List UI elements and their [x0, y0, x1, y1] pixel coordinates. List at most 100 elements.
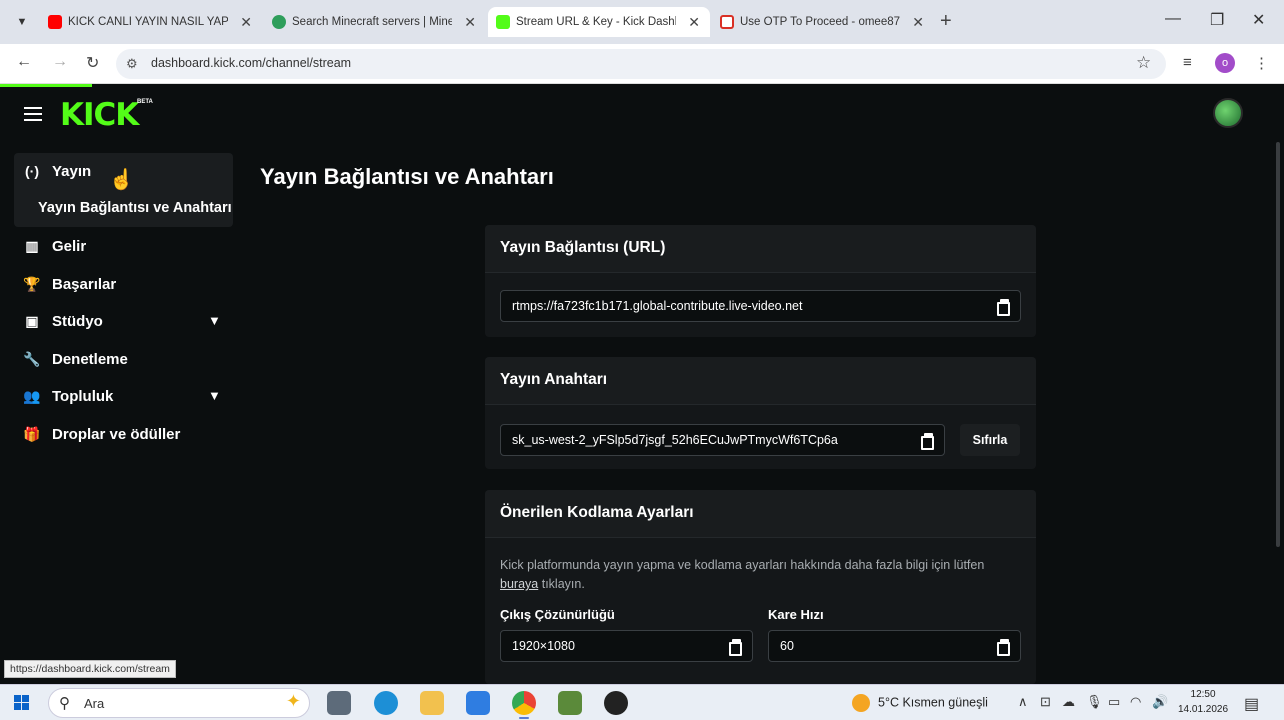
fps-value: 60: [780, 639, 794, 653]
clock-date: 14.01.2026: [1178, 704, 1229, 715]
minecraft-icon[interactable]: [558, 691, 582, 715]
onedrive-icon[interactable]: ☁: [1062, 694, 1075, 710]
bookmark-star-icon[interactable]: ☆: [1136, 53, 1151, 73]
browser-tab-strip: ▼ KICK CANLI YAYIN NASIL YAPIL ✕ Search …: [0, 0, 1284, 44]
copy-icon[interactable]: [997, 639, 1010, 656]
sidebar-item-studyo[interactable]: ▣ Stüdyo: [22, 309, 103, 333]
address-toolbar: ← → ↻ ⚙ dashboard.kick.com/channel/strea…: [0, 44, 1284, 84]
media-queue-icon[interactable]: ≡: [1183, 54, 1192, 71]
sidebar-item-label: Yayın: [52, 163, 92, 180]
close-window-icon[interactable]: ✕: [1252, 10, 1265, 30]
kick-dashboard: KICK BETA (·) Yayın Yayın Bağlantısı ve A…: [0, 87, 1284, 684]
sidebar-item-topluluk[interactable]: 👥 Topluluk: [22, 384, 113, 408]
scrollbar[interactable]: [1276, 142, 1280, 547]
system-clock[interactable]: 12:50 14.01.2026: [1178, 687, 1228, 717]
windows-taskbar: ⚲ Ara ✦ 5°C Kısmen güneşli ∧ ⊡ ☁ 🎙 ▭ ◠ 🔊…: [0, 684, 1284, 720]
stream-url-value: rtmps://fa723fc1b171.global-contribute.l…: [512, 299, 803, 313]
menu-dots-icon[interactable]: ⋮: [1254, 54, 1269, 72]
info-link[interactable]: buraya: [500, 577, 538, 591]
broadcast-icon: (·): [25, 163, 39, 179]
edge-icon[interactable]: [374, 691, 398, 715]
site-info-icon[interactable]: ⚙: [126, 56, 138, 72]
tab-search-chevron-icon[interactable]: ▼: [12, 12, 32, 32]
studio-icon: ▣: [25, 313, 39, 329]
user-avatar[interactable]: [1213, 98, 1243, 128]
file-explorer-icon[interactable]: [420, 691, 444, 715]
kick-logo[interactable]: KICK: [60, 97, 139, 133]
tray-chevron-icon[interactable]: ∧: [1018, 694, 1028, 710]
gmail-icon: [720, 15, 734, 29]
volume-icon[interactable]: 🔊: [1152, 694, 1168, 710]
wrench-icon: 🔧: [23, 351, 41, 367]
address-text[interactable]: dashboard.kick.com/channel/stream: [151, 56, 351, 70]
reset-key-button[interactable]: Sıfırla: [960, 424, 1020, 456]
address-bar[interactable]: ⚙ dashboard.kick.com/channel/stream ☆: [116, 49, 1166, 79]
close-tab-icon[interactable]: ✕: [240, 7, 252, 37]
copy-icon[interactable]: [729, 639, 742, 656]
chevron-down-icon[interactable]: ▼: [208, 313, 221, 328]
card-title: Yayın Bağlantısı (URL): [485, 225, 1036, 273]
browser-tab[interactable]: KICK CANLI YAYIN NASIL YAPIL ✕: [40, 7, 262, 37]
fps-field[interactable]: 60: [768, 630, 1021, 662]
gift-icon: 🎁: [23, 426, 41, 442]
clock-time: 12:50: [1190, 689, 1216, 700]
trophy-icon: 🏆: [23, 276, 41, 292]
close-tab-icon[interactable]: ✕: [912, 7, 924, 37]
browser-tab[interactable]: Use OTP To Proceed - omee872( ✕: [712, 7, 934, 37]
restore-icon[interactable]: ❐: [1210, 10, 1224, 30]
beta-badge: BETA: [137, 99, 153, 105]
copy-icon[interactable]: [921, 433, 934, 450]
chevron-down-icon[interactable]: ▼: [208, 388, 221, 403]
sidebar-item-label: Başarılar: [52, 276, 117, 293]
card-title: Yayın Anahtarı: [485, 357, 1036, 405]
wifi-icon[interactable]: ◠: [1130, 694, 1141, 710]
task-view-icon[interactable]: [327, 691, 351, 715]
sidebar-item-label: Topluluk: [52, 388, 114, 405]
sidebar-item-gelir[interactable]: ▥ Gelir: [22, 234, 86, 258]
sidebar-item-droplar[interactable]: 🎁 Droplar ve ödüller: [22, 422, 180, 446]
weather-sun-icon: [852, 694, 870, 712]
copy-icon[interactable]: [997, 299, 1010, 316]
chart-icon: ▥: [25, 238, 39, 254]
windows-start-icon[interactable]: [14, 695, 30, 711]
obs-icon[interactable]: [604, 691, 628, 715]
reload-icon[interactable]: ↻: [86, 53, 99, 73]
sidebar-item-label: Stüdyo: [52, 313, 103, 330]
stream-key-field[interactable]: sk_us-west-2_yFSlp5d7jsgf_52h6ECuJwPTmyc…: [500, 424, 945, 456]
store-icon[interactable]: [466, 691, 490, 715]
stream-url-field[interactable]: rtmps://fa723fc1b171.global-contribute.l…: [500, 290, 1021, 322]
resolution-field[interactable]: 1920×1080: [500, 630, 753, 662]
tray-app-icon[interactable]: ⊡: [1040, 694, 1051, 710]
close-tab-icon[interactable]: ✕: [688, 7, 700, 37]
resolution-value: 1920×1080: [512, 639, 575, 653]
resolution-label: Çıkış Çözünürlüğü: [500, 607, 615, 622]
tab-title: KICK CANLI YAYIN NASIL YAPIL: [68, 16, 228, 28]
kick-icon: [496, 15, 510, 29]
browser-tab-active[interactable]: Stream URL & Key - Kick Dashb ✕: [488, 7, 710, 37]
close-tab-icon[interactable]: ✕: [464, 7, 476, 37]
sidebar-item-yayin[interactable]: (·) Yayın: [22, 159, 91, 183]
weather-widget[interactable]: 5°C Kısmen güneşli: [852, 694, 988, 712]
tab-title: Search Minecraft servers | Mine: [292, 16, 452, 28]
encoding-info-text: Kick platformunda yayın yapma ve kodlama…: [500, 556, 1020, 594]
browser-tab[interactable]: Search Minecraft servers | Mine ✕: [264, 7, 486, 37]
chrome-icon[interactable]: [512, 691, 536, 715]
back-icon[interactable]: ←: [16, 53, 32, 71]
weather-text: 5°C Kısmen güneşli: [878, 695, 988, 710]
sidebar-subitem-stream-key[interactable]: Yayın Bağlantısı ve Anahtarı: [38, 200, 232, 216]
sidebar-item-label: Droplar ve ödüller: [52, 426, 181, 443]
minimize-icon[interactable]: —: [1165, 10, 1181, 28]
profile-avatar[interactable]: o: [1215, 53, 1235, 73]
battery-icon[interactable]: ▭: [1108, 694, 1120, 710]
forward-icon[interactable]: →: [52, 53, 68, 71]
sidebar-item-denetleme[interactable]: 🔧 Denetleme: [22, 347, 128, 371]
hamburger-menu-icon[interactable]: [24, 107, 42, 121]
new-tab-icon[interactable]: +: [940, 10, 952, 33]
taskbar-search-placeholder: Ara: [84, 696, 105, 711]
notification-icon[interactable]: ▤: [1244, 694, 1259, 714]
stream-key-value: sk_us-west-2_yFSlp5d7jsgf_52h6ECuJwPTmyc…: [512, 433, 838, 447]
sidebar-item-basarilar[interactable]: 🏆 Başarılar: [22, 272, 116, 296]
microphone-icon[interactable]: 🎙: [1086, 694, 1103, 710]
taskbar-search[interactable]: ⚲ Ara ✦: [48, 688, 310, 718]
tab-title: Stream URL & Key - Kick Dashb: [516, 16, 676, 28]
